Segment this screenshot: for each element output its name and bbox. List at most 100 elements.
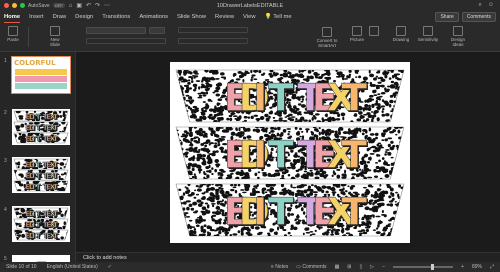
- comments-button[interactable]: Comments: [461, 12, 496, 22]
- edit-text-letter: I: [253, 133, 267, 177]
- minimize-window-button[interactable]: [12, 3, 17, 8]
- edit-text-letter: T: [36, 231, 41, 240]
- slide-counter: Slide 10 of 10: [6, 264, 37, 270]
- drawer-label: EEDDIITTTTEEXXTT: [175, 69, 405, 123]
- language-status[interactable]: English (United States): [47, 264, 98, 270]
- paste-label: Paste: [7, 37, 19, 42]
- convert-smartart-button[interactable]: Convert to SmartArt: [312, 27, 342, 48]
- edit-text-letter: T: [53, 160, 58, 169]
- edit-text-letter: T: [341, 133, 367, 177]
- slide-thumbnail-2[interactable]: EEDDIITTTTEEXXTTEEDDIITTTTEEXXTTEEDDIITT…: [12, 109, 70, 145]
- convert-smartart-label: Convert to SmartArt: [316, 38, 338, 48]
- zoom-slider[interactable]: [393, 264, 454, 270]
- sensitivity-button[interactable]: Sensitivity: [416, 26, 440, 42]
- font-family-select[interactable]: [86, 27, 146, 34]
- save-icon[interactable]: ▣: [76, 2, 82, 9]
- drawer-label: EEDDIITTTTEEXXTT: [13, 207, 69, 219]
- tab-draw[interactable]: Draw: [53, 14, 67, 20]
- design-ideas-button[interactable]: Design Ideas: [448, 26, 468, 47]
- edit-text-letter: T: [268, 190, 294, 234]
- reading-view-icon[interactable]: ▯: [360, 264, 363, 270]
- slide-thumbnail-3[interactable]: EEDDIITTTTEEXXTTEEDDIITTTTEEXXTTEEDDIITT…: [12, 157, 70, 193]
- zoom-level[interactable]: 89%: [472, 264, 482, 270]
- zoom-in-icon[interactable]: +: [461, 264, 464, 270]
- tab-transitions[interactable]: Transitions: [102, 14, 130, 20]
- thumbnail-3-graphic: EE DDII TT TT EE XX TTEE DDII TT TT EE XX TTEE DDII TT…: [12, 157, 70, 193]
- redo-icon[interactable]: ↷: [95, 2, 100, 9]
- new-slide-label: New Slide: [49, 37, 60, 47]
- thumbnail-title-text: COLORFUL: [14, 59, 56, 67]
- notes-toggle-label: Notes: [275, 264, 289, 270]
- edit-text-letter: T: [36, 123, 41, 132]
- thumbnail-4-graphic: EE DDII TT TT EE XX TTEE DDII TT TT EE XX TTEE DDII TT…: [12, 206, 70, 242]
- new-slide-icon: [50, 26, 60, 36]
- tab-insert[interactable]: Insert: [29, 14, 44, 20]
- tab-tell-me[interactable]: 💡 Tell me: [265, 14, 292, 20]
- thumbnail-2-graphic: EE DDII TT TT EE XX TTEE DDII TT TT EE XX TTEE DDII TT…: [12, 109, 70, 145]
- slide-thumbnail-1[interactable]: COLORFUL: [11, 56, 71, 94]
- tab-review[interactable]: Review: [215, 14, 234, 20]
- tab-slide-show[interactable]: Slide Show: [177, 14, 206, 20]
- title-bar: AutoSave OFF ⌂ ▣ ↶ ↷ ⋯ 10DrawerLabelsEDI…: [0, 0, 500, 11]
- account-icon[interactable]: ☺: [488, 2, 494, 9]
- zoom-window-button[interactable]: [20, 3, 25, 8]
- slideshow-view-icon[interactable]: ▷: [370, 264, 374, 270]
- edit-text-letter: T: [36, 209, 41, 218]
- home-icon[interactable]: ⌂: [69, 3, 73, 9]
- comments-toggle[interactable]: ▭ Comments: [296, 264, 326, 270]
- edit-text-letter: T: [36, 220, 41, 229]
- sensitivity-icon: [423, 26, 433, 36]
- slide-thumbnails-pane: 1 COLORFUL 2 EEDDIITTTTEEXXTTEEDDIITTTTE…: [0, 52, 76, 262]
- accessibility-icon[interactable]: ✓: [108, 264, 112, 270]
- thumbnail-number: 2: [4, 110, 7, 116]
- paste-button[interactable]: Paste: [4, 26, 22, 42]
- font-format-buttons[interactable]: [86, 38, 166, 44]
- tab-view[interactable]: View: [243, 14, 255, 20]
- drawer-label: EEDDIITTTTEEXXTT: [175, 126, 405, 180]
- thumbnail-number: 4: [4, 207, 7, 213]
- undo-icon[interactable]: ↶: [86, 2, 91, 9]
- tab-home[interactable]: Home: [4, 14, 21, 23]
- ribbon-home: Paste New Slide Convert to SmartArt Pict…: [0, 23, 500, 52]
- slide-graphic: EEDDII TT TTEEXXTTEEDDII TT TTEEXXTTEEDDII TT…: [175, 69, 405, 237]
- search-icon[interactable]: ⌕: [478, 2, 481, 9]
- edit-text-letter: T: [268, 133, 294, 177]
- new-slide-button[interactable]: New Slide: [46, 26, 64, 47]
- drawer-label: EEDDIITTTTEEXXTT: [13, 169, 69, 181]
- more-icon[interactable]: ⋯: [104, 2, 110, 9]
- paragraph-list-buttons[interactable]: [178, 27, 248, 33]
- close-window-button[interactable]: [4, 3, 9, 8]
- edit-text-letter: T: [53, 220, 58, 229]
- edit-text-letter: T: [36, 112, 41, 121]
- drawer-label: EEDDIITTTTEEXXTT: [13, 180, 69, 192]
- font-size-select[interactable]: [149, 27, 165, 34]
- notes-placeholder: Click to add notes: [83, 255, 127, 261]
- tell-me-label: Tell me: [273, 14, 292, 20]
- autosave-toggle[interactable]: OFF: [52, 3, 65, 8]
- shapes-button[interactable]: [368, 26, 380, 37]
- drawing-label: Drawing: [392, 37, 410, 42]
- current-slide[interactable]: EEDDIITTTTEEXXTTEEDDIITTTTEEXXTTEEDDIITT…: [170, 62, 410, 243]
- slide-thumbnail-5[interactable]: EEDDIITTTTEEXXTTEEDDIITTTTEEXXTTEEDDIITT…: [12, 255, 70, 262]
- edit-text-letter: T: [53, 123, 58, 132]
- slide-thumbnail-4[interactable]: EEDDIITTTTEEXXTTEEDDIITTTTEEXXTTEEDDIITT…: [12, 206, 70, 242]
- edit-text-letter: I: [253, 76, 267, 120]
- tab-design[interactable]: Design: [75, 14, 93, 20]
- tab-animations[interactable]: Animations: [139, 14, 168, 20]
- notes-pane[interactable]: Click to add notes: [76, 252, 500, 262]
- edit-text-letter: T: [36, 171, 41, 180]
- sorter-view-icon[interactable]: ⊞: [347, 264, 351, 270]
- thumbnail-1-graphic: COLORFUL: [12, 57, 70, 93]
- clipboard-tools[interactable]: [28, 27, 36, 47]
- paragraph-align-buttons[interactable]: [178, 38, 248, 44]
- drawing-button[interactable]: Drawing: [390, 26, 412, 42]
- drawer-label: EEDDIITTTTEEXXTT: [13, 110, 69, 122]
- notes-toggle[interactable]: ≡ Notes: [271, 264, 288, 270]
- normal-view-icon[interactable]: ▦: [335, 264, 340, 270]
- zoom-out-icon[interactable]: −: [382, 264, 385, 270]
- share-button[interactable]: Share: [435, 12, 459, 22]
- fit-slide-icon[interactable]: ⤢: [490, 264, 494, 270]
- edit-text-letter: I: [253, 190, 267, 234]
- picture-button[interactable]: Picture: [348, 26, 366, 42]
- picture-icon: [352, 26, 362, 36]
